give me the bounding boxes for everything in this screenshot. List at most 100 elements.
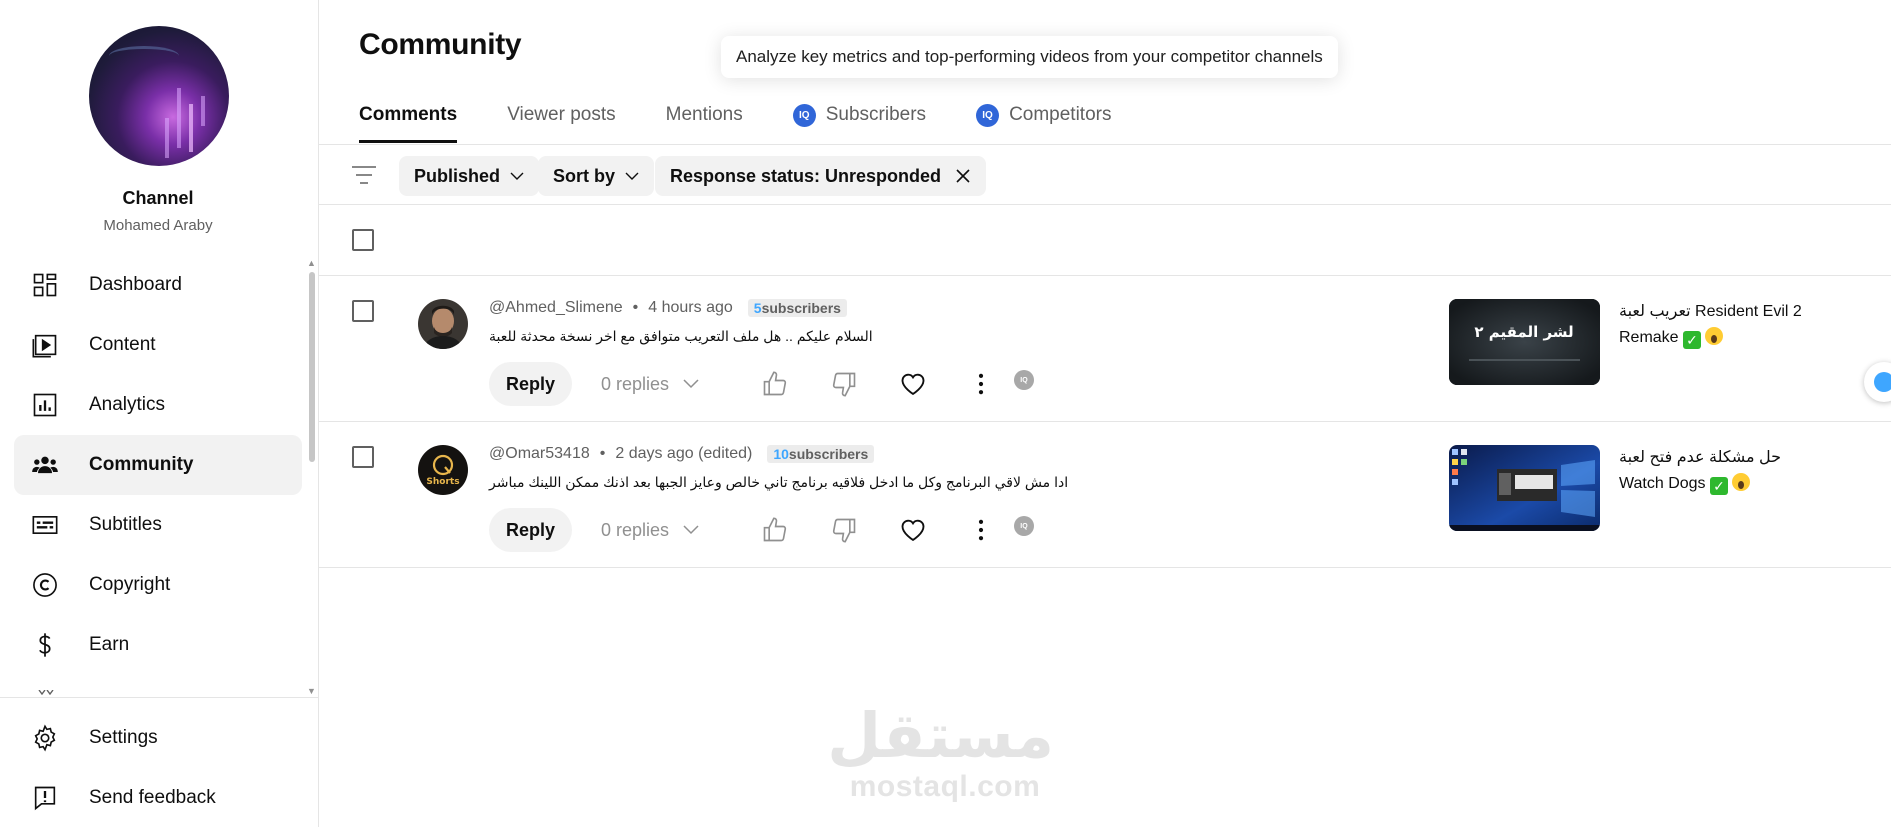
sidebar-item-label: Subtitles bbox=[89, 514, 162, 535]
published-filter-chip[interactable]: Published bbox=[399, 156, 540, 196]
chevron-down-icon bbox=[625, 172, 639, 180]
dashboard-icon bbox=[14, 271, 74, 299]
comment-checkbox[interactable] bbox=[352, 446, 374, 468]
sidebar-item-copyright[interactable]: Copyright bbox=[14, 555, 302, 615]
tab-viewer-posts[interactable]: Viewer posts bbox=[507, 98, 615, 144]
tab-label: Competitors bbox=[1009, 104, 1112, 125]
video-thumbnail[interactable]: لشر المقيم ٢ bbox=[1449, 299, 1600, 385]
chip-label: Response status: Unresponded bbox=[670, 165, 942, 186]
sidebar-divider bbox=[0, 697, 318, 698]
sidebar-item-dashboard[interactable]: Dashboard bbox=[14, 255, 302, 315]
iq-badge-icon: IQ bbox=[792, 104, 816, 127]
channel-avatar[interactable] bbox=[89, 26, 229, 166]
filter-icon[interactable] bbox=[351, 164, 377, 186]
chevron-down-icon bbox=[510, 172, 524, 180]
sidebar-item-label: Earn bbox=[89, 634, 130, 655]
sidebar-scrollbar-thumb[interactable] bbox=[309, 272, 315, 462]
comment-author[interactable]: @Omar53418 bbox=[489, 445, 590, 463]
comment-time[interactable]: 4 hours ago bbox=[648, 299, 733, 317]
heart-icon[interactable] bbox=[899, 516, 927, 544]
comment-author[interactable]: @Ahmed_Slimene bbox=[489, 299, 623, 317]
watermark-arabic: مستقل bbox=[827, 702, 1054, 771]
avatar[interactable] bbox=[418, 299, 468, 349]
more-vert-icon[interactable] bbox=[967, 516, 995, 544]
response-status-chip[interactable]: Response status: Unresponded bbox=[655, 156, 987, 196]
replies-toggle[interactable]: 0 replies bbox=[601, 362, 699, 406]
comment-checkbox[interactable] bbox=[352, 300, 374, 322]
tabs-divider bbox=[319, 144, 1891, 145]
sidebar-item-analytics[interactable]: Analytics bbox=[14, 375, 302, 435]
close-icon[interactable] bbox=[955, 168, 971, 184]
iq-extension-icon[interactable]: IQ bbox=[1014, 370, 1034, 390]
comment-meta: @Ahmed_Slimene • 4 hours ago 5subscriber… bbox=[489, 299, 847, 317]
tab-label: Subscribers bbox=[825, 104, 927, 125]
dislike-icon[interactable] bbox=[830, 370, 858, 398]
sort-by-chip[interactable]: Sort by bbox=[538, 156, 655, 196]
select-all-checkbox[interactable] bbox=[352, 229, 374, 251]
sidebar-item-label: Community bbox=[89, 454, 194, 475]
extension-bubble-icon bbox=[1874, 372, 1891, 392]
tab-label: Mentions bbox=[665, 104, 743, 125]
sidebar-item-label: Send feedback bbox=[89, 787, 216, 808]
thumbnail-text: لشر المقيم ٢ bbox=[1474, 323, 1573, 341]
like-icon[interactable] bbox=[761, 370, 789, 398]
subtitles-icon bbox=[14, 511, 74, 539]
comment-row: Shorts @Omar53418 • 2 days ago (edited) … bbox=[319, 421, 1891, 567]
sidebar-item-content[interactable]: Content bbox=[14, 315, 302, 375]
scroll-up-icon[interactable]: ▲ bbox=[307, 258, 316, 268]
tab-comments[interactable]: Comments bbox=[359, 98, 458, 144]
tab-competitors[interactable]: IQ Competitors bbox=[976, 98, 1111, 144]
tab-label: Viewer posts bbox=[507, 104, 616, 125]
chip-label: Sort by bbox=[553, 165, 616, 186]
tab-subscribers[interactable]: IQ Subscribers bbox=[792, 98, 927, 144]
sidebar-item-send-feedback[interactable]: Send feedback bbox=[14, 768, 302, 827]
subscribers-count: 10 bbox=[773, 446, 789, 462]
tab-mentions[interactable]: Mentions bbox=[666, 98, 743, 144]
replies-toggle[interactable]: 0 replies bbox=[601, 508, 699, 552]
iq-badge-icon: IQ bbox=[976, 104, 1000, 127]
video-title[interactable]: تعريب لعبة Resident Evil 2 Remake ✓ bbox=[1619, 299, 1819, 351]
video-title-text: حل مشكلة عدم فتح لعبة Watch Dogs bbox=[1619, 449, 1781, 492]
heart-icon[interactable] bbox=[899, 370, 927, 398]
filter-bar: Published Sort by Response status: Unres… bbox=[319, 146, 1891, 204]
channel-handle[interactable]: Mohamed Araby bbox=[0, 217, 316, 234]
sidebar-item-label: Settings bbox=[89, 727, 158, 748]
reply-button[interactable]: Reply bbox=[489, 508, 572, 552]
sidebar-item-subtitles[interactable]: Subtitles bbox=[14, 495, 302, 555]
like-icon[interactable] bbox=[761, 516, 789, 544]
sidebar-item-label: Content bbox=[89, 334, 156, 355]
watermark: مستقل mostaql.com bbox=[827, 702, 1054, 802]
reply-button[interactable]: Reply bbox=[489, 362, 572, 406]
avatar[interactable]: Shorts bbox=[418, 445, 468, 495]
subscribers-badge: 5subscribers bbox=[747, 299, 847, 317]
meta-separator: • bbox=[599, 445, 606, 462]
tab-bar: Comments Viewer posts Mentions IQ Subscri… bbox=[359, 98, 1161, 144]
comment-time[interactable]: 2 days ago (edited) bbox=[615, 445, 752, 463]
replies-count: 0 replies bbox=[601, 519, 670, 540]
analytics-icon bbox=[14, 391, 74, 419]
sidebar-item-label: Copyright bbox=[89, 574, 171, 595]
subscribers-label: subscribers bbox=[761, 300, 841, 316]
community-icon bbox=[14, 451, 74, 479]
scream-emoji-icon bbox=[1705, 327, 1724, 345]
sidebar-item-settings[interactable]: Settings bbox=[14, 708, 302, 768]
video-thumbnail[interactable] bbox=[1449, 445, 1600, 531]
chevron-down-icon bbox=[683, 525, 699, 535]
sidebar-item-label: Analytics bbox=[89, 394, 166, 415]
comment-meta: @Omar53418 • 2 days ago (edited) 10subsc… bbox=[489, 445, 875, 463]
sidebar-item-earn[interactable]: Earn bbox=[14, 615, 302, 675]
sidebar-item-community[interactable]: Community bbox=[14, 435, 302, 495]
dislike-icon[interactable] bbox=[830, 516, 858, 544]
row-divider bbox=[319, 567, 1891, 568]
video-title[interactable]: حل مشكلة عدم فتح لعبة Watch Dogs ✓ bbox=[1619, 445, 1819, 497]
channel-label: Channel bbox=[122, 188, 194, 208]
avatar-text: Shorts bbox=[426, 477, 459, 487]
content-icon bbox=[14, 331, 74, 359]
meta-separator: • bbox=[632, 299, 639, 316]
iq-extension-icon[interactable]: IQ bbox=[1014, 516, 1034, 536]
feedback-icon bbox=[14, 784, 74, 812]
earn-icon bbox=[14, 631, 74, 659]
more-vert-icon[interactable] bbox=[967, 370, 995, 398]
scroll-down-icon[interactable]: ▼ bbox=[307, 686, 316, 696]
replies-count: 0 replies bbox=[601, 373, 670, 394]
